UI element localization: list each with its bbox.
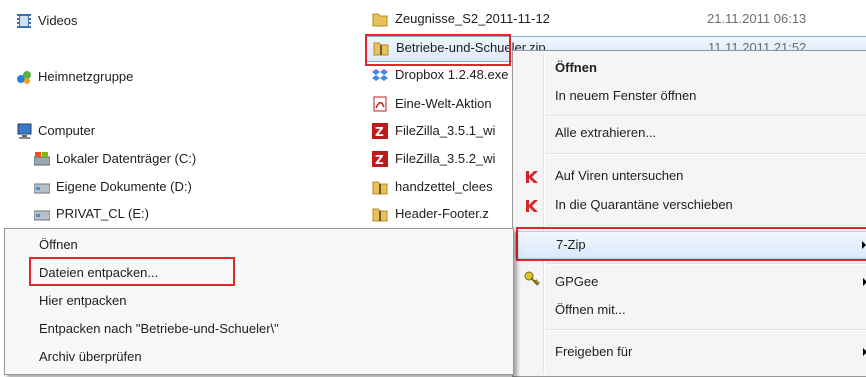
filezilla-icon: Z (372, 123, 388, 139)
pdf-icon (372, 96, 388, 112)
file-name: FileZilla_3.5.1_wi (395, 123, 496, 138)
menu-label: In neuem Fenster öffnen (555, 88, 697, 103)
drive-c-icon (33, 151, 51, 167)
svg-text:Z: Z (375, 153, 384, 167)
drive-e-icon (33, 206, 51, 222)
menu-item-open-new-window[interactable]: In neuem Fenster öffnen (515, 83, 866, 109)
menu-item-scan-viruses[interactable]: Auf Viren untersuchen (515, 163, 866, 189)
menu-separator (547, 329, 866, 331)
zip-folder-icon (373, 40, 389, 56)
dropbox-icon (372, 67, 388, 83)
submenu-label: Öffnen (39, 237, 78, 252)
file-name: Zeugnisse_S2_2011-11-12 (395, 11, 550, 26)
submenu-label: Hier entpacken (39, 293, 127, 308)
submenu-label: Archiv überprüfen (39, 349, 142, 364)
menu-item-7zip[interactable]: 7-Zip (515, 231, 866, 259)
kaspersky-icon (524, 168, 540, 184)
menu-item-open-with[interactable]: Öffnen mit... (515, 297, 866, 323)
zip-folder-icon (372, 206, 388, 222)
menu-label: GPGee (555, 274, 599, 289)
kaspersky-icon (524, 197, 540, 213)
menu-label: Alle extrahieren... (555, 125, 657, 140)
submenu-label: Dateien entpacken... (39, 265, 159, 280)
menu-item-quarantine[interactable]: In die Quarantäne verschieben (515, 192, 866, 218)
menu-separator (547, 153, 866, 155)
submenu-item-test-archive[interactable]: Archiv überprüfen (7, 343, 511, 371)
menu-item-open[interactable]: Öffnen (515, 55, 866, 81)
zip-folder-icon (372, 179, 388, 195)
nav-label-homegroup: Heimnetzgruppe (38, 69, 134, 84)
file-name: Eine-Welt-Aktion (395, 96, 492, 111)
file-name: Header-Footer.z (395, 206, 489, 221)
nav-label-drive-d: Eigene Dokumente (D:) (56, 179, 192, 194)
submenu-item-extract-to[interactable]: Entpacken nach "Betriebe-und-Schueler\" (7, 315, 511, 343)
nav-label-computer: Computer (38, 123, 96, 138)
menu-separator (547, 263, 866, 265)
computer-icon (16, 123, 32, 139)
menu-label: 7-Zip (556, 237, 586, 252)
menu-label: Freigeben für (555, 344, 633, 359)
file-name: FileZilla_3.5.2_wi (395, 151, 496, 166)
menu-label: Öffnen mit... (555, 302, 626, 317)
submenu-item-extract-files[interactable]: Dateien entpacken... (7, 259, 511, 287)
menu-separator (547, 225, 866, 227)
svg-text:Z: Z (375, 125, 384, 139)
submenu-item-extract-here[interactable]: Hier entpacken (7, 287, 511, 315)
nav-label-videos: Videos (38, 13, 78, 28)
file-row[interactable]: Zeugnisse_S2_2011-11-12 21.11.2011 06:13 (366, 8, 866, 30)
filezilla-icon: Z (372, 151, 388, 167)
file-name: handzettel_clees (395, 179, 493, 194)
menu-label: Auf Viren untersuchen (555, 168, 684, 183)
drive-d-icon (33, 179, 51, 195)
submenu-label: Entpacken nach "Betriebe-und-Schueler\" (39, 321, 279, 336)
menu-label: In die Quarantäne verschieben (555, 197, 733, 212)
seven-zip-submenu: Öffnen Dateien entpacken... Hier entpack… (4, 228, 514, 375)
context-menu: Öffnen In neuem Fenster öffnen Alle extr… (512, 50, 866, 377)
menu-separator (547, 115, 866, 117)
videos-icon (16, 13, 32, 29)
nav-label-drive-e: PRIVAT_CL (E:) (56, 206, 149, 221)
file-name: Dropbox 1.2.48.exe (395, 67, 509, 82)
menu-label: Öffnen (555, 60, 597, 75)
submenu-arrow-icon (862, 241, 866, 249)
submenu-item-open[interactable]: Öffnen (7, 231, 511, 259)
nav-label-drive-c: Lokaler Datenträger (C:) (56, 151, 197, 166)
file-date: 21.11.2011 06:13 (707, 11, 807, 26)
key-icon (524, 270, 540, 286)
menu-item-extract-all[interactable]: Alle extrahieren... (515, 120, 866, 146)
homegroup-icon (16, 69, 32, 85)
menu-item-share-with[interactable]: Freigeben für (515, 339, 866, 365)
menu-item-gpgee[interactable]: GPGee (515, 269, 866, 295)
folder-icon (372, 11, 388, 27)
